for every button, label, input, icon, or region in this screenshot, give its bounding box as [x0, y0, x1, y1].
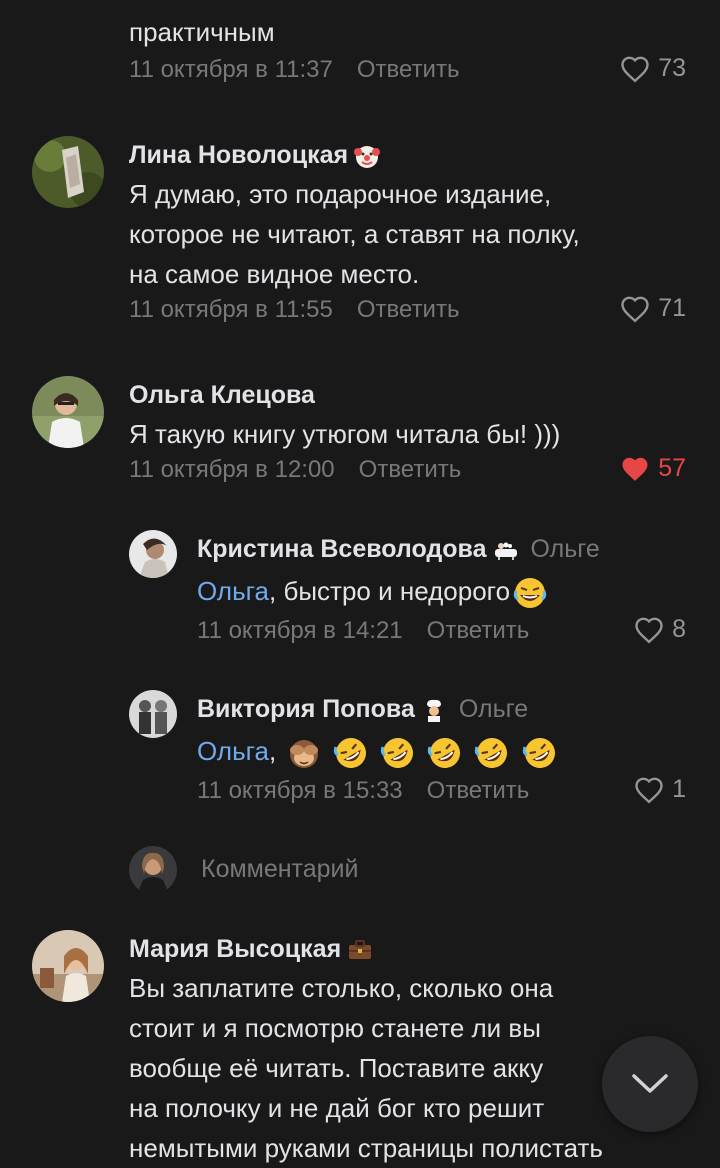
comment-input[interactable]: Комментарий: [201, 855, 358, 884]
heart-icon: [635, 777, 663, 803]
mention-link[interactable]: Ольга: [197, 576, 269, 606]
comment-author[interactable]: Ольга Клецова: [129, 381, 315, 410]
heart-icon: [621, 296, 649, 322]
heart-filled-icon: [622, 457, 648, 481]
comment-author[interactable]: Лина Новолоцкая: [129, 141, 382, 170]
like-count: 1: [672, 775, 686, 803]
comment-line: Вы заплатите столько, сколько она: [129, 973, 554, 1003]
reply-meta: 11 октября в 14:21 Ответить: [197, 617, 529, 645]
like-button[interactable]: 1: [634, 775, 686, 804]
author-name[interactable]: Мария Высоцкая: [129, 935, 341, 963]
comment-text: Я думаю, это подарочное издание, которое…: [129, 174, 580, 294]
author-name[interactable]: Лина Новолоцкая: [129, 141, 348, 169]
like-count: 73: [658, 54, 686, 82]
reply-body: , быстро и недорого: [269, 576, 511, 606]
reply-to-label[interactable]: Ольге: [531, 535, 600, 563]
comment-meta: 11 октября в 11:55 Ответить: [129, 296, 459, 324]
reply-date: 11 октября в 14:21: [197, 617, 403, 644]
clown-emoji: [354, 146, 381, 169]
reply-button[interactable]: Ответить: [357, 296, 460, 323]
reply-text: Ольга,: [197, 731, 560, 771]
rofl-emoji: [428, 738, 461, 769]
comment-text: Вы заплатите столько, сколько она стоит …: [129, 968, 603, 1168]
like-button[interactable]: 71: [620, 294, 686, 323]
avatar[interactable]: [32, 376, 104, 448]
like-count: 57: [658, 454, 686, 482]
see-no-evil-emoji: [289, 740, 318, 769]
avatar[interactable]: [32, 136, 104, 208]
comment-date: 11 октября в 11:37: [129, 56, 333, 83]
like-count: 71: [658, 294, 686, 322]
avatar[interactable]: [32, 930, 104, 1002]
like-button[interactable]: 8: [634, 615, 686, 644]
chevron-down-icon: [632, 1074, 668, 1093]
author-name[interactable]: Виктория Попова: [197, 695, 415, 723]
like-button[interactable]: 57: [620, 454, 686, 483]
comment-line: на полочку и не дай бог кто решит: [129, 1093, 545, 1123]
rofl-emoji: [475, 738, 508, 769]
comment-text: практичным: [129, 17, 275, 47]
my-avatar: [129, 846, 177, 894]
reply-author[interactable]: Виктория Попова Ольге: [197, 695, 528, 724]
reply-author[interactable]: Кристина Всеволодова Ольге: [197, 535, 600, 564]
reply-button[interactable]: Ответить: [357, 56, 460, 83]
comment-line: на самое видное место.: [129, 259, 420, 289]
comment-line: Я такую книгу утюгом читала бы! ))): [129, 419, 561, 449]
reply-button[interactable]: Ответить: [359, 456, 462, 483]
comment-date: 11 октября в 12:00: [129, 456, 335, 483]
reply-meta: 11 октября в 15:33 Ответить: [197, 777, 529, 805]
like-count: 8: [672, 615, 686, 643]
comment-date: 11 октября в 11:55: [129, 296, 333, 323]
reply-date: 11 октября в 15:33: [197, 777, 403, 804]
comment-line: вообще её читать. Поставите акку: [129, 1053, 544, 1083]
heart-icon: [635, 617, 663, 643]
like-button[interactable]: 73: [620, 54, 686, 83]
scroll-down-button[interactable]: [602, 1036, 698, 1132]
author-name[interactable]: Кристина Всеволодова: [197, 535, 487, 563]
rofl-emoji: [380, 738, 413, 769]
reply-to-label[interactable]: Ольге: [459, 695, 528, 723]
rofl-emoji: [333, 738, 366, 769]
comment-line: немытыми руками страницы полистать: [129, 1133, 603, 1163]
bathtub-emoji: [494, 542, 517, 561]
avatar[interactable]: [129, 530, 177, 578]
comment-text: Я такую книгу утюгом читала бы! ))): [129, 414, 560, 454]
comment-line: стоит и я посмотрю станете ли вы: [129, 1013, 541, 1043]
avatar[interactable]: [129, 690, 177, 738]
briefcase-emoji: [349, 940, 372, 960]
mention-link[interactable]: Ольга: [197, 736, 269, 766]
comment-meta: 11 октября в 11:37 Ответить: [129, 56, 459, 84]
author-name[interactable]: Ольга Клецова: [129, 381, 315, 409]
laughing-emoji: [513, 578, 547, 609]
reply-button[interactable]: Ответить: [427, 617, 530, 644]
heart-icon: [621, 56, 649, 82]
reply-button[interactable]: Ответить: [427, 777, 530, 804]
comment-line: Я думаю, это подарочное издание,: [129, 179, 552, 209]
reply-text: Ольга, быстро и недорого: [197, 571, 550, 611]
comment-meta: 11 октября в 12:00 Ответить: [129, 456, 461, 484]
rofl-emoji: [522, 738, 555, 769]
comment-author[interactable]: Мария Высоцкая: [129, 935, 375, 964]
reply-body: ,: [269, 736, 277, 766]
comment-line: которое не читают, а ставят на полку,: [129, 219, 580, 249]
chef-emoji: [426, 700, 441, 723]
